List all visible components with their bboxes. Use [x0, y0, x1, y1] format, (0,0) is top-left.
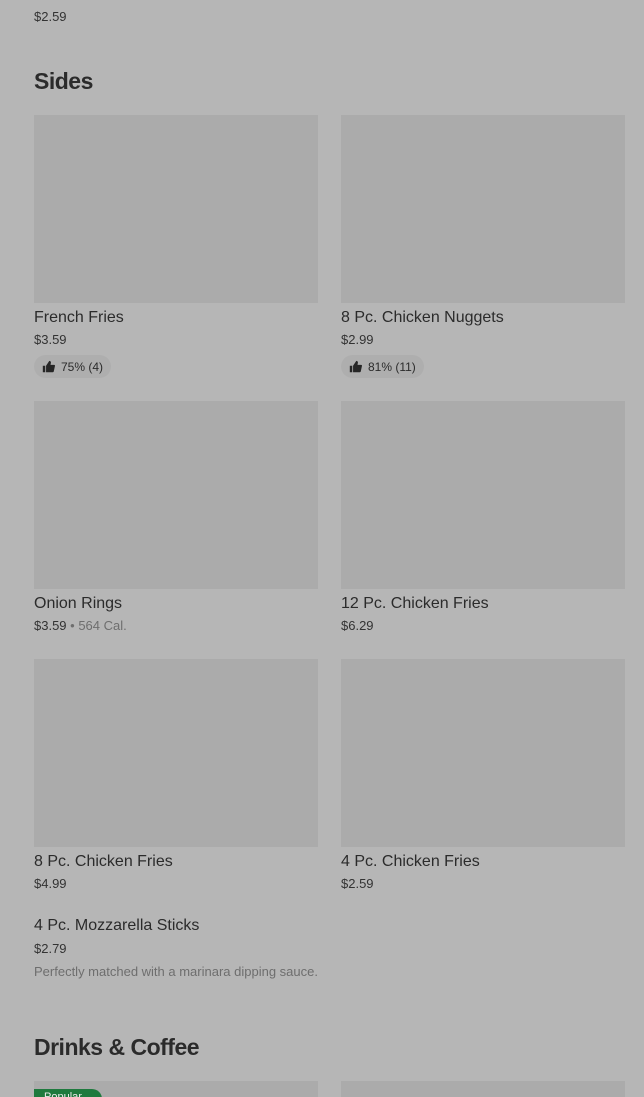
item-price: $2.79 — [34, 941, 67, 956]
menu-page: $2.59 Sides French Fries $3.59 75% (4) 8… — [0, 0, 644, 1097]
menu-item-card[interactable]: 12 Pc. Chicken Fries $6.29 — [341, 401, 625, 635]
item-price: $2.99 — [341, 332, 374, 347]
item-price-line: $3.59 • 564 Cal. — [34, 617, 318, 635]
item-image[interactable] — [341, 1081, 625, 1097]
rating-badge: 81% (11) — [341, 355, 424, 378]
item-image[interactable] — [34, 401, 318, 589]
item-name: French Fries — [34, 309, 124, 326]
section-title-sides: Sides — [34, 68, 93, 94]
menu-item-card[interactable]: 8 Pc. Chicken Nuggets $2.99 81% (11) — [341, 115, 625, 378]
item-price: $3.59 — [34, 332, 67, 347]
item-name: 4 Pc. Mozzarella Sticks — [34, 917, 200, 934]
menu-item-card[interactable]: French Fries $3.59 75% (4) — [34, 115, 318, 378]
item-image[interactable] — [341, 401, 625, 589]
item-price: $3.59 — [34, 618, 67, 633]
menu-item-card[interactable]: 4 Pc. Chicken Fries $2.59 — [341, 659, 625, 893]
item-calories: • 564 Cal. — [66, 618, 127, 633]
item-name: 8 Pc. Chicken Fries — [34, 853, 173, 870]
item-image[interactable] — [341, 115, 625, 303]
rating-text: 75% (4) — [61, 359, 104, 374]
item-image[interactable] — [341, 659, 625, 847]
item-image[interactable]: Popular — [34, 1081, 318, 1097]
item-name: Onion Rings — [34, 595, 123, 612]
thumbs-up-icon — [349, 360, 362, 373]
item-price: $2.59 — [34, 9, 67, 24]
item-price: $6.29 — [341, 618, 374, 633]
menu-item-card[interactable]: 8 Pc. Chicken Fries $4.99 — [34, 659, 318, 893]
item-name: 12 Pc. Chicken Fries — [341, 595, 489, 612]
item-description: Perfectly matched with a marinara dippin… — [34, 964, 318, 979]
section-title-drinks: Drinks & Coffee — [34, 1034, 200, 1060]
popular-badge: Popular — [34, 1089, 102, 1097]
item-image[interactable] — [34, 659, 318, 847]
menu-item-row[interactable]: 4 Pc. Mozzarella Sticks $2.79 Perfectly … — [34, 916, 594, 981]
item-name: 4 Pc. Chicken Fries — [341, 853, 480, 870]
thumbs-up-icon — [42, 360, 55, 373]
rating-badge: 75% (4) — [34, 355, 112, 378]
item-price: $4.99 — [34, 876, 67, 891]
rating-text: 81% (11) — [368, 359, 416, 374]
item-image[interactable] — [34, 115, 318, 303]
item-price: $2.59 — [341, 876, 374, 891]
menu-item-card[interactable]: Onion Rings $3.59 • 564 Cal. — [34, 401, 318, 635]
item-name: 8 Pc. Chicken Nuggets — [341, 309, 504, 326]
